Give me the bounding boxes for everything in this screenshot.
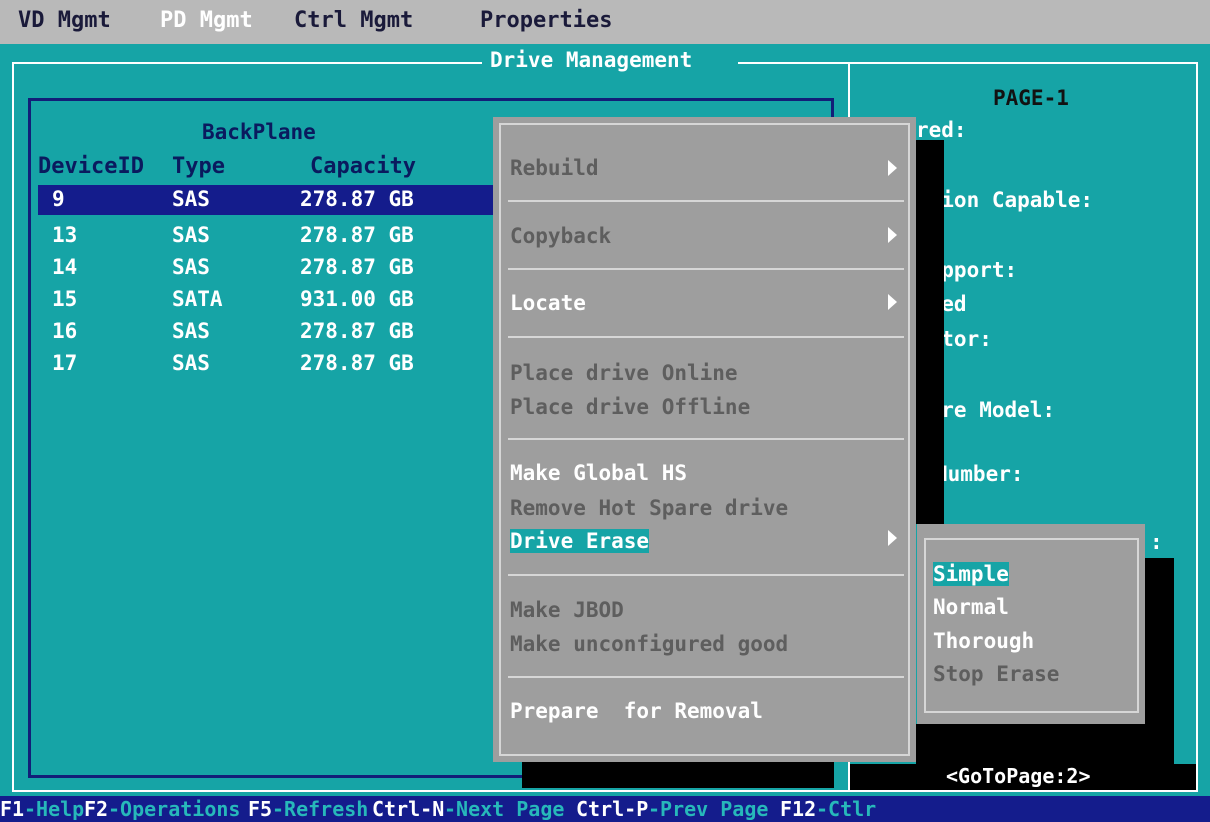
- submenu-shadow: [916, 724, 1174, 764]
- menu-item-rebuild[interactable]: Rebuild: [510, 156, 599, 180]
- menu-item-drive-erase[interactable]: Drive Erase: [510, 529, 650, 553]
- hotkey-f5-desc: -Refresh: [272, 797, 369, 821]
- menu-separator: [508, 438, 904, 440]
- page-indicator: PAGE-1: [993, 86, 1069, 110]
- list-frame-left: [28, 98, 31, 778]
- frame-bottom: [12, 790, 1198, 792]
- frame-right: [1196, 62, 1198, 792]
- menu-separator: [508, 200, 904, 202]
- submenu-item-simple[interactable]: Simple: [933, 562, 1009, 586]
- property-label-fragment: red:: [916, 118, 967, 142]
- table-row[interactable]: 17 SAS 278.87 GB: [38, 349, 498, 379]
- table-row[interactable]: 13 SAS 278.87 GB: [38, 221, 498, 251]
- menu-separator: [508, 676, 904, 678]
- property-label-fragment: :: [1150, 530, 1163, 554]
- cell-deviceid: 17: [52, 351, 78, 375]
- page-title: Drive Management: [490, 48, 693, 72]
- menu-item-place-online[interactable]: Place drive Online: [510, 361, 738, 385]
- menu-separator: [508, 268, 904, 270]
- chevron-right-icon: [888, 227, 897, 243]
- frame-top-left: [12, 62, 482, 64]
- frame-left: [12, 62, 14, 792]
- menu-item-place-offline[interactable]: Place drive Offline: [510, 395, 750, 419]
- table-row[interactable]: 14 SAS 278.87 GB: [38, 253, 498, 283]
- cell-type: SAS: [172, 223, 210, 247]
- cell-deviceid: 16: [52, 319, 78, 343]
- menu-item-copyback[interactable]: Copyback: [510, 224, 611, 248]
- cell-type: SAS: [172, 187, 210, 211]
- menu-bar: VD Mgmt PD Mgmt Ctrl Mgmt Properties: [0, 0, 1210, 44]
- col-header-capacity: Capacity: [310, 154, 416, 179]
- frame-top-right: [738, 62, 1198, 64]
- cell-type: SAS: [172, 319, 210, 343]
- col-header-deviceid: DeviceID: [38, 154, 144, 179]
- cell-capacity: 278.87 GB: [300, 351, 414, 375]
- menu-shadow: [916, 140, 944, 524]
- hotkey-f1-desc: -Help: [24, 797, 85, 821]
- hotkey-f2-desc: -Operations: [108, 797, 241, 821]
- hotkey-ctrl-n: Ctrl-N: [372, 797, 445, 821]
- property-label-fragment: Number:: [935, 462, 1024, 486]
- cell-type: SATA: [172, 287, 223, 311]
- col-header-type: Type: [172, 154, 225, 179]
- tab-ctrl-mgmt[interactable]: Ctrl Mgmt: [294, 8, 413, 33]
- cell-type: SAS: [172, 351, 210, 375]
- cell-capacity: 278.87 GB: [300, 319, 414, 343]
- cell-capacity: 278.87 GB: [300, 223, 414, 247]
- cell-deviceid: 9: [52, 187, 65, 211]
- hotkey-f2: F2: [84, 797, 109, 821]
- submenu-item-normal[interactable]: Normal: [933, 595, 1009, 619]
- tab-properties[interactable]: Properties: [480, 8, 612, 33]
- menu-item-remove-hot-spare[interactable]: Remove Hot Spare drive: [510, 496, 788, 520]
- table-title: BackPlane: [202, 120, 316, 144]
- chevron-right-icon: [888, 530, 897, 546]
- hotkey-ctrl-p: Ctrl-P: [576, 797, 649, 821]
- cell-type: SAS: [172, 255, 210, 279]
- submenu-item-thorough[interactable]: Thorough: [933, 629, 1034, 653]
- list-frame-top: [28, 98, 834, 101]
- cell-deviceid: 15: [52, 287, 78, 311]
- hotkey-f5: F5: [248, 797, 273, 821]
- cell-capacity: 278.87 GB: [300, 187, 414, 211]
- hotkey-ctrl-n-desc: -Next Page: [444, 797, 565, 821]
- cell-capacity: 278.87 GB: [300, 255, 414, 279]
- table-row[interactable]: 16 SAS 278.87 GB: [38, 317, 498, 347]
- menu-item-make-unconfigured-good[interactable]: Make unconfigured good: [510, 632, 788, 656]
- table-row[interactable]: 15 SATA 931.00 GB: [38, 285, 498, 315]
- hotkey-f12: F12: [780, 797, 817, 821]
- hotkey-f1: F1: [0, 797, 25, 821]
- chevron-right-icon: [888, 294, 897, 310]
- status-bar: F1 -Help F2 -Operations F5 -Refresh Ctrl…: [0, 796, 1210, 822]
- hotkey-ctrl-p-desc: -Prev Page: [648, 797, 769, 821]
- menu-shadow: [522, 762, 834, 788]
- cell-deviceid: 14: [52, 255, 78, 279]
- tab-vd-mgmt[interactable]: VD Mgmt: [18, 8, 111, 33]
- submenu-item-stop-erase[interactable]: Stop Erase: [933, 662, 1059, 686]
- cell-deviceid: 13: [52, 223, 78, 247]
- table-row[interactable]: 9 SAS 278.87 GB: [38, 185, 498, 215]
- menu-item-prepare-for-removal[interactable]: Prepare for Removal: [510, 699, 763, 723]
- tab-pd-mgmt[interactable]: PD Mgmt: [160, 8, 253, 33]
- hotkey-f12-desc: -Ctlr: [816, 797, 877, 821]
- menu-item-make-global-hs[interactable]: Make Global HS: [510, 461, 687, 485]
- menu-separator: [508, 336, 904, 338]
- menu-separator: [508, 574, 904, 576]
- cell-capacity: 931.00 GB: [300, 287, 414, 311]
- menu-item-make-jbod[interactable]: Make JBOD: [510, 598, 624, 622]
- chevron-right-icon: [888, 160, 897, 176]
- goto-page-link[interactable]: <GoToPage:2>: [946, 764, 1091, 788]
- submenu-shadow: [1145, 558, 1174, 764]
- menu-item-locate[interactable]: Locate: [510, 291, 586, 315]
